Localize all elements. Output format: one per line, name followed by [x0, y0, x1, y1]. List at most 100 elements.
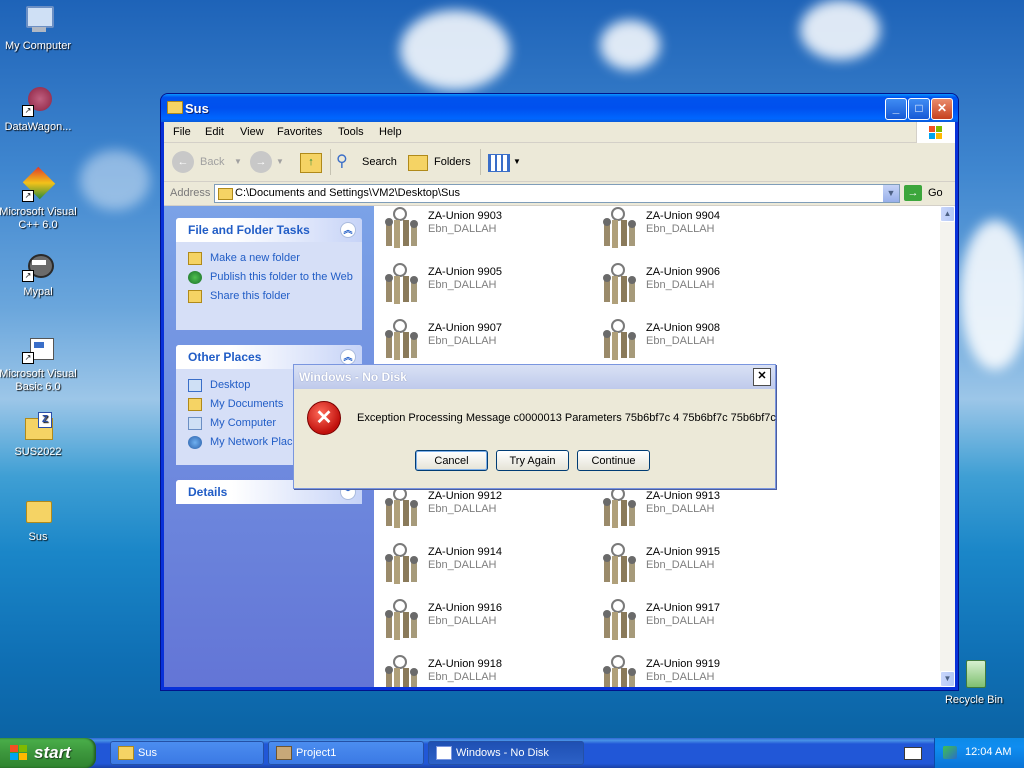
- maximize-button[interactable]: □: [908, 98, 930, 120]
- file-subtitle: Ebn_DALLAH: [646, 335, 715, 347]
- minimize-button[interactable]: _: [885, 98, 907, 120]
- desktop-icon-datawagon[interactable]: ↗ DataWagon...: [0, 85, 78, 134]
- cloud: [400, 10, 510, 90]
- cloud: [80, 150, 150, 210]
- up-folder-button[interactable]: ↑: [300, 151, 322, 173]
- back-button[interactable]: ← Back ▼: [172, 151, 242, 173]
- computer-icon: [188, 417, 202, 430]
- file-item[interactable]: ZA-Union 9917 Ebn_DALLAH: [598, 598, 808, 648]
- forward-button[interactable]: → ▼: [250, 151, 286, 173]
- file-item[interactable]: ZA-Union 9904 Ebn_DALLAH: [598, 206, 808, 256]
- desktop-icon-sus2022[interactable]: Z SUS2022: [0, 410, 78, 459]
- go-arrow-icon[interactable]: →: [904, 185, 922, 201]
- panel-header[interactable]: File and Folder Tasks ︽: [176, 218, 362, 242]
- file-name: ZA-Union 9903: [428, 210, 502, 222]
- go-button[interactable]: Go: [928, 187, 943, 199]
- close-button[interactable]: ✕: [931, 98, 953, 120]
- file-item[interactable]: ZA-Union 9919 Ebn_DALLAH: [598, 654, 808, 687]
- file-folder-tasks-panel: File and Folder Tasks ︽ Make a new folde…: [176, 218, 362, 330]
- menu-favorites[interactable]: Favorites: [277, 126, 322, 138]
- taskbar-item-no-disk[interactable]: Windows - No Disk: [428, 741, 584, 765]
- file-item[interactable]: ZA-Union 9907 Ebn_DALLAH: [380, 318, 590, 368]
- file-name: ZA-Union 9904: [646, 210, 720, 222]
- file-item[interactable]: ZA-Union 9916 Ebn_DALLAH: [380, 598, 590, 648]
- menu-tools[interactable]: Tools: [338, 126, 364, 138]
- task-share-folder[interactable]: Share this folder: [186, 290, 356, 303]
- file-name: ZA-Union 9908: [646, 322, 720, 334]
- file-item[interactable]: ZA-Union 9906 Ebn_DALLAH: [598, 262, 808, 312]
- task-publish-web[interactable]: Publish this folder to the Web: [186, 271, 356, 284]
- file-item[interactable]: ZA-Union 9903 Ebn_DALLAH: [380, 206, 590, 256]
- project-icon: [276, 746, 292, 760]
- windows-flag-icon: [916, 122, 955, 144]
- vertical-scrollbar[interactable]: ▲ ▼: [940, 206, 955, 687]
- file-item[interactable]: ZA-Union 9918 Ebn_DALLAH: [380, 654, 590, 687]
- desktop-icon-visual-cpp[interactable]: ↗ Microsoft Visual C++ 6.0: [0, 166, 78, 232]
- desktop-icon-sus[interactable]: Sus: [0, 495, 78, 544]
- keys-icon: [603, 543, 636, 584]
- desktop-icon: [188, 379, 202, 392]
- keys-icon: [385, 319, 418, 360]
- menu-help[interactable]: Help: [379, 126, 402, 138]
- file-subtitle: Ebn_DALLAH: [646, 615, 715, 627]
- desktop-icon-visual-basic[interactable]: ↗ Microsoft Visual Basic 6.0: [0, 332, 78, 394]
- taskbar: start Sus Project1 Windows - No Disk 12:…: [0, 738, 1024, 768]
- desktop-icon-mypal[interactable]: ↗ Mypal: [0, 250, 78, 299]
- file-item[interactable]: ZA-Union 9912 Ebn_DALLAH: [380, 486, 590, 536]
- keys-icon: [603, 655, 636, 687]
- file-item[interactable]: ZA-Union 9908 Ebn_DALLAH: [598, 318, 808, 368]
- network-tray-icon[interactable]: [943, 746, 957, 759]
- dialog-title: Windows - No Disk: [299, 370, 407, 384]
- folders-icon: [408, 155, 428, 171]
- file-item[interactable]: ZA-Union 9913 Ebn_DALLAH: [598, 486, 808, 536]
- file-subtitle: Ebn_DALLAH: [428, 335, 497, 347]
- file-item[interactable]: ZA-Union 9905 Ebn_DALLAH: [380, 262, 590, 312]
- taskbar-item-project1[interactable]: Project1: [268, 741, 424, 765]
- dialog-close-button[interactable]: ✕: [753, 368, 771, 386]
- dialog-titlebar[interactable]: Windows - No Disk ✕: [294, 365, 775, 389]
- start-button[interactable]: start: [0, 738, 96, 768]
- taskbar-item-sus[interactable]: Sus: [110, 741, 264, 765]
- network-icon: [188, 436, 202, 449]
- file-name: ZA-Union 9912: [428, 490, 502, 502]
- toolbar-separator: [330, 149, 331, 175]
- views-button[interactable]: ▼: [488, 151, 522, 173]
- file-name: ZA-Union 9906: [646, 266, 720, 278]
- task-make-new-folder[interactable]: Make a new folder: [186, 252, 356, 265]
- keys-icon: [603, 487, 636, 528]
- file-subtitle: Ebn_DALLAH: [646, 503, 715, 515]
- datawagon-icon: ↗: [22, 85, 54, 117]
- file-name: ZA-Union 9917: [646, 602, 720, 614]
- cloud: [600, 20, 660, 70]
- file-name: ZA-Union 9905: [428, 266, 502, 278]
- search-button[interactable]: ⚲ Search: [336, 151, 398, 173]
- file-name: ZA-Union 9914: [428, 546, 502, 558]
- shortcut-arrow-icon: ↗: [22, 105, 34, 117]
- chevron-down-icon: ▼: [276, 157, 284, 166]
- continue-button[interactable]: Continue: [577, 450, 650, 471]
- folders-button[interactable]: Folders: [408, 151, 474, 173]
- file-item[interactable]: ZA-Union 9915 Ebn_DALLAH: [598, 542, 808, 592]
- cancel-button[interactable]: Cancel: [415, 450, 488, 471]
- menu-edit[interactable]: Edit: [205, 126, 224, 138]
- windows-flag-icon: [10, 745, 28, 761]
- window-titlebar[interactable]: Sus _ □ ✕: [161, 94, 958, 122]
- cloud: [960, 220, 1024, 370]
- raccoon-icon: ↗: [22, 250, 54, 282]
- try-again-button[interactable]: Try Again: [496, 450, 569, 471]
- toolbar: ← Back ▼ → ▼ ↑ ⚲ Search Folders ▼: [164, 143, 955, 182]
- error-dialog: Windows - No Disk ✕ ✕ Exception Processi…: [293, 364, 776, 489]
- address-dropdown-button[interactable]: ▼: [883, 185, 899, 202]
- scroll-down-icon[interactable]: ▼: [940, 671, 955, 687]
- window-icon: [436, 746, 452, 760]
- chevron-up-icon[interactable]: ︽: [340, 349, 356, 365]
- menu-file[interactable]: File: [173, 126, 191, 138]
- file-item[interactable]: ZA-Union 9914 Ebn_DALLAH: [380, 542, 590, 592]
- chevron-up-icon[interactable]: ︽: [340, 222, 356, 238]
- keyboard-icon[interactable]: [904, 747, 922, 760]
- address-input[interactable]: C:\Documents and Settings\VM2\Desktop\Su…: [214, 184, 900, 203]
- visual-basic-icon: ↗: [22, 332, 54, 364]
- menu-view[interactable]: View: [240, 126, 264, 138]
- desktop-icon-my-computer[interactable]: My Computer: [0, 4, 78, 53]
- scroll-up-icon[interactable]: ▲: [940, 206, 955, 222]
